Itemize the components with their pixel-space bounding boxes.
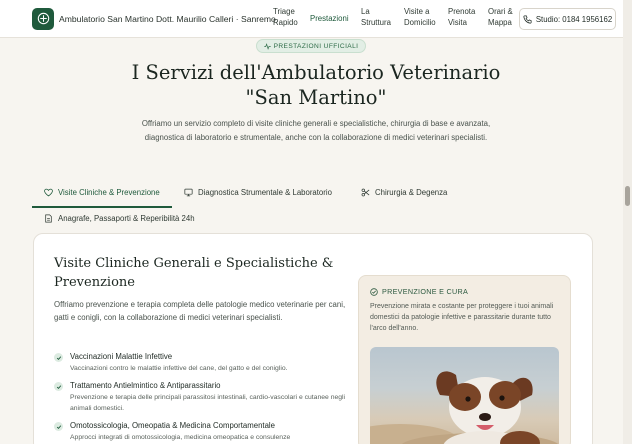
page-title: I Servizi dell'Ambulatorio Veterinario "… — [60, 60, 572, 110]
scissors-icon — [361, 188, 370, 197]
nav-item-triage[interactable]: Triage Rapido — [273, 6, 298, 28]
prevention-heading: PREVENZIONE E CURA — [370, 287, 468, 296]
tab-chirurgia[interactable]: Chirurgia & Degenza — [361, 188, 447, 197]
feature-desc: Vaccinazioni contro le malattie infettiv… — [70, 365, 288, 372]
check-circle-icon — [54, 382, 63, 391]
scrollbar-thumb[interactable] — [625, 186, 630, 206]
nav-label: Mappa — [488, 18, 512, 27]
phone-button[interactable]: Studio: 0184 1956162 — [519, 8, 616, 30]
dog-photo — [370, 347, 559, 444]
nav-label: Visita — [448, 18, 467, 27]
nav-item-domicilio[interactable]: Visite a Domicilio — [404, 6, 436, 28]
heart-icon — [44, 188, 53, 197]
feature-desc: Approcci integrati di omotossicologia, m… — [70, 434, 291, 441]
tab-label: Anagrafe, Passaporti & Reperibilità 24h — [58, 214, 195, 223]
nav-item-prenota[interactable]: Prenota Visita — [448, 6, 475, 28]
dog-illustration — [370, 371, 559, 444]
card-title: Visite Cliniche Generali e Specialistich… — [54, 254, 334, 292]
nav-label: Triage — [273, 7, 295, 16]
badge-label: PRESTAZIONI UFFICIALI — [273, 42, 359, 50]
feature-title: Omotossicologia, Omeopatia & Medicina Co… — [70, 421, 275, 430]
nav-label: Orari & — [488, 7, 513, 16]
nav-label: Rapido — [273, 18, 298, 27]
tab-anagrafe[interactable]: Anagrafe, Passaporti & Reperibilità 24h — [44, 214, 195, 223]
nav-item-prestazioni[interactable]: Prestazioni — [310, 13, 349, 24]
tab-visite-cliniche[interactable]: Visite Cliniche & Prevenzione — [44, 188, 160, 197]
check-circle-icon — [54, 422, 63, 431]
shield-check-icon — [370, 287, 378, 296]
feature-title: Trattamento Antielmintico & Antiparassit… — [70, 381, 221, 390]
scrollbar[interactable] — [623, 0, 632, 444]
phone-icon — [523, 14, 532, 24]
tab-diagnostica[interactable]: Diagnostica Strumentale & Laboratorio — [184, 188, 332, 197]
check-circle-icon — [54, 353, 63, 362]
card-description: Offriamo prevenzione e terapia completa … — [54, 300, 346, 322]
page-intro: Offriamo un servizio completo di visite … — [141, 119, 491, 142]
title-line: "San Martino" — [245, 86, 387, 109]
nav-label: Domicilio — [404, 18, 436, 27]
active-tab-indicator — [32, 206, 172, 208]
feature-desc: Prevenzione e terapia delle principali p… — [70, 394, 346, 412]
tab-label: Visite Cliniche & Prevenzione — [58, 188, 160, 197]
clinic-logo-icon — [37, 12, 49, 25]
nav-label: La — [361, 7, 370, 16]
nav-item-struttura[interactable]: La Struttura — [361, 6, 391, 28]
card-title-line: Visite Cliniche Generali e Specialistich… — [54, 256, 334, 271]
logo[interactable] — [32, 7, 54, 30]
pulse-icon — [263, 42, 271, 50]
prevention-description: Prevenzione mirata e costante per proteg… — [370, 303, 554, 332]
card-title-line: Prevenzione — [54, 275, 135, 290]
tab-label: Diagnostica Strumentale & Laboratorio — [198, 188, 332, 197]
feature-title: Vaccinazioni Malattie Infettive — [70, 352, 173, 361]
prevention-heading-label: PREVENZIONE E CURA — [382, 287, 469, 296]
nav-label: Prestazioni — [310, 14, 349, 23]
brand-name[interactable]: Ambulatorio San Martino Dott. Maurilio C… — [59, 14, 276, 24]
nav-label: Struttura — [361, 18, 391, 27]
monitor-icon — [184, 188, 193, 197]
nav-label: Prenota — [448, 7, 476, 16]
nav-label: Visite a — [404, 7, 430, 16]
title-line: I Servizi dell'Ambulatorio Veterinario — [131, 61, 501, 84]
section-badge: PRESTAZIONI UFFICIALI — [256, 39, 366, 53]
phone-label: Studio: 0184 1956162 — [535, 14, 613, 24]
tab-label: Chirurgia & Degenza — [375, 188, 448, 197]
nav-item-orari[interactable]: Orari & Mappa — [488, 6, 513, 28]
document-icon — [45, 214, 52, 223]
